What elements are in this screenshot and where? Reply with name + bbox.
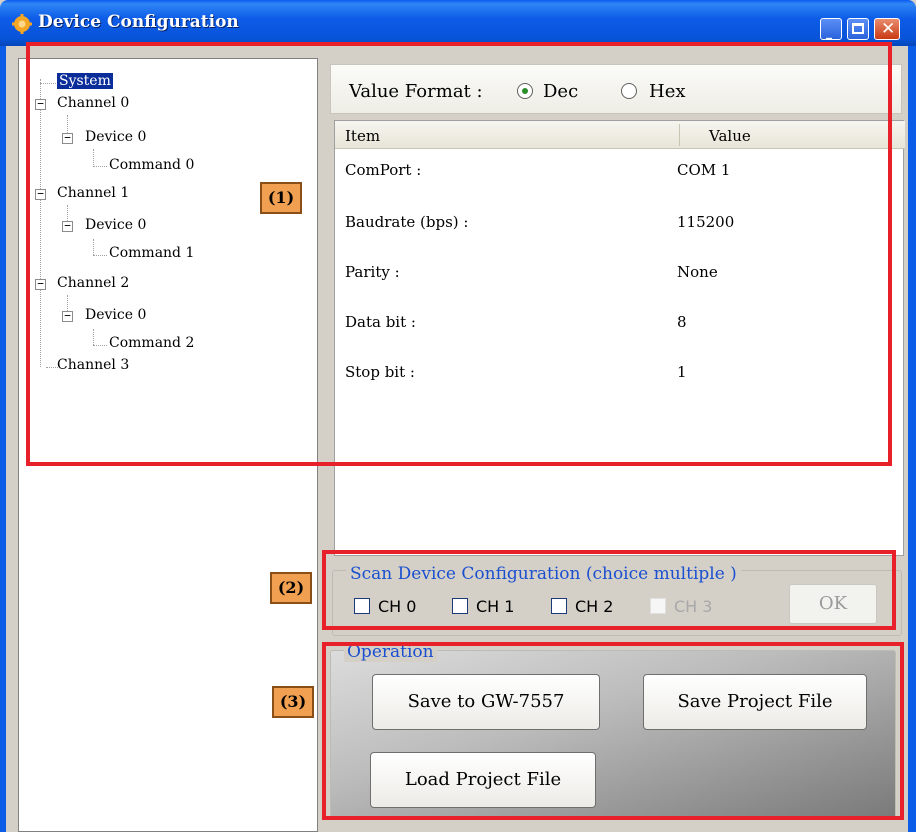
close-button[interactable]: ✕	[874, 18, 900, 40]
title-bar[interactable]: Device Configuration _ ✕	[0, 0, 916, 46]
annotation-tag-1: (1)	[260, 182, 302, 214]
window-title: Device Configuration	[38, 12, 239, 32]
gear-icon	[12, 14, 32, 34]
minimize-button[interactable]: _	[820, 18, 842, 40]
close-icon: ✕	[881, 19, 896, 39]
highlight-region-1	[26, 42, 892, 466]
highlight-region-3	[322, 642, 904, 820]
window-frame-right	[908, 46, 916, 832]
annotation-tag-2: (2)	[270, 572, 312, 604]
minimize-icon: _	[826, 25, 832, 39]
highlight-region-2	[322, 550, 896, 630]
maximize-button[interactable]	[847, 18, 869, 40]
device-configuration-window: Device Configuration _ ✕ System − Channe…	[0, 0, 916, 832]
annotation-tag-3: (3)	[272, 686, 314, 718]
maximize-icon	[852, 23, 864, 34]
